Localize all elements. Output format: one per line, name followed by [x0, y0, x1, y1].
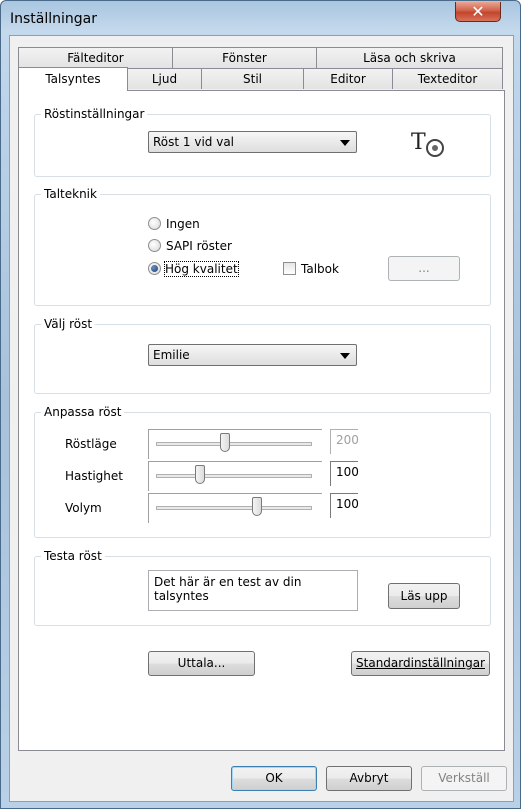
dropdown-value: Emilie: [153, 348, 190, 362]
browse-button[interactable]: ...: [388, 256, 460, 281]
slider-hastighet[interactable]: [148, 461, 322, 491]
window-title: Inställningar: [10, 11, 98, 27]
tab-stil[interactable]: Stil: [201, 68, 304, 89]
group-label: Välj röst: [41, 317, 96, 331]
title-bar[interactable]: Inställningar ✕: [1, 1, 520, 35]
slider-thumb[interactable]: [252, 497, 262, 516]
slider-thumb: [220, 433, 230, 452]
radio-hog-kvalitet-label[interactable]: Hög kvalitet: [164, 261, 239, 277]
tab-editor[interactable]: Editor: [303, 68, 393, 89]
group-label: Talteknik: [41, 187, 100, 201]
uttala-button[interactable]: Uttala...: [148, 651, 255, 676]
close-icon: ✕: [471, 2, 485, 21]
talbok-label[interactable]: Talbok: [301, 262, 339, 276]
radio-ingen[interactable]: [148, 217, 161, 230]
slider-value-hastighet[interactable]: 100: [330, 461, 359, 486]
slider-label-hastighet: Hastighet: [65, 469, 123, 483]
slider-label-volym: Volym: [65, 501, 102, 515]
radio-sapi-roster[interactable]: [148, 239, 161, 252]
svg-text:T: T: [411, 130, 426, 155]
test-text-area[interactable]: Det här är en test av din talsyntes: [148, 570, 358, 611]
slider-value-volym[interactable]: 100: [330, 493, 359, 518]
tab-ljud[interactable]: Ljud: [127, 68, 202, 89]
tts-logo-icon: T: [411, 130, 444, 157]
slider-volym[interactable]: [148, 493, 322, 523]
settings-window: Inställningar ✕ Fälteditor Fönster Läsa …: [0, 0, 521, 809]
radio-ingen-label[interactable]: Ingen: [166, 217, 200, 231]
chevron-down-icon: [340, 353, 350, 359]
radio-sapi-label[interactable]: SAPI röster: [166, 239, 232, 253]
voice-select-dropdown[interactable]: Emilie: [148, 344, 357, 366]
apply-button[interactable]: Verkställ: [421, 766, 507, 791]
voice-setting-dropdown[interactable]: Röst 1 vid val: [148, 131, 357, 153]
tab-lasa-och-skriva[interactable]: Läsa och skriva: [316, 47, 503, 68]
slider-label-rostlage: Röstläge: [65, 437, 117, 451]
radio-hog-kvalitet[interactable]: [148, 262, 161, 275]
slider-thumb[interactable]: [195, 465, 205, 484]
chevron-down-icon: [340, 140, 350, 146]
tab-panel-talsyntes: Röstinställningar Röst 1 vid val T Talte…: [18, 90, 505, 751]
standardinstallningar-button[interactable]: Standardinställningar: [351, 651, 490, 676]
ok-button[interactable]: OK: [231, 766, 317, 791]
slider-rostlage: [148, 429, 322, 459]
dropdown-value: Röst 1 vid val: [153, 135, 235, 149]
slider-value-rostlage: 200: [330, 429, 359, 454]
talbok-checkbox[interactable]: [283, 262, 296, 275]
cancel-button[interactable]: Avbryt: [326, 766, 412, 791]
group-label: Testa röst: [41, 549, 105, 563]
group-label: Anpassa röst: [41, 405, 125, 419]
las-upp-button[interactable]: Läs upp: [388, 583, 460, 609]
tab-falteditor[interactable]: Fälteditor: [18, 47, 173, 68]
tab-talsyntes[interactable]: Talsyntes: [18, 67, 128, 91]
tab-fonster[interactable]: Fönster: [172, 47, 317, 68]
tab-texteditor[interactable]: Texteditor: [392, 68, 503, 89]
group-label: Röstinställningar: [41, 107, 148, 121]
close-button[interactable]: ✕: [455, 2, 501, 22]
group-talteknik: Talteknik: [34, 187, 491, 306]
